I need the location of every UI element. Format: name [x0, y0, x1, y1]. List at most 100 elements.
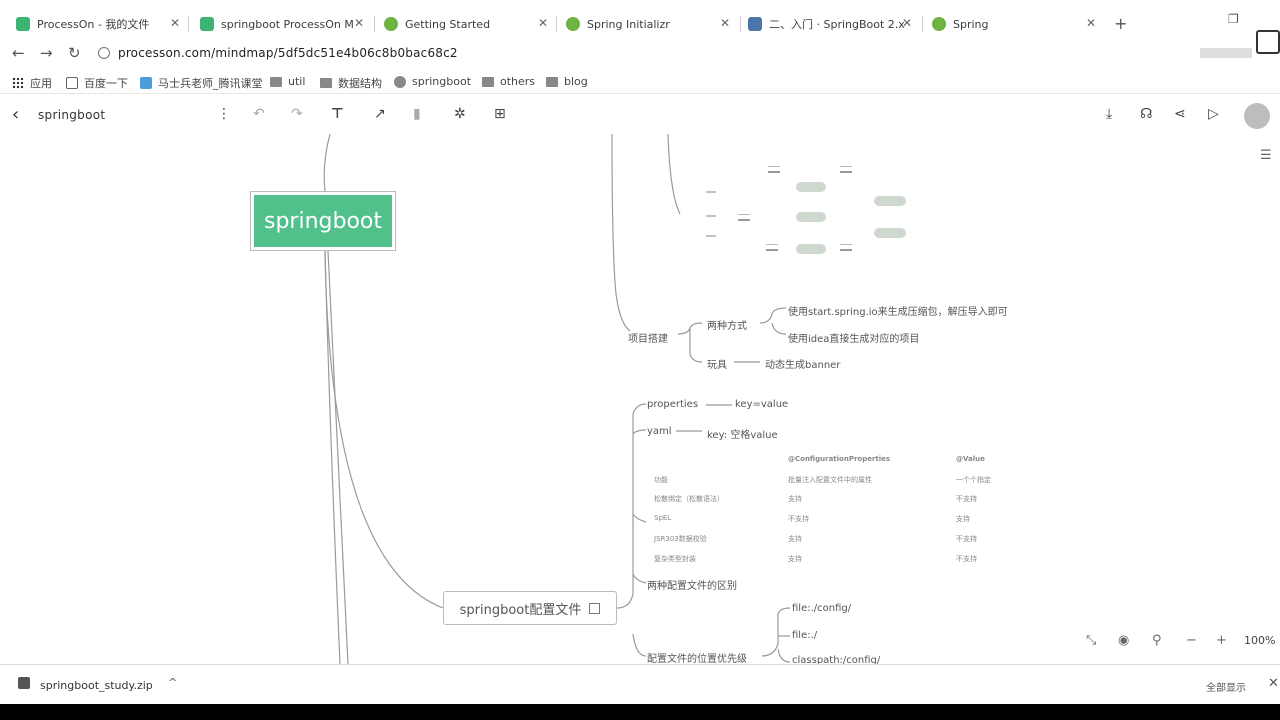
table-cell: 不支持: [956, 495, 977, 503]
share-icon[interactable]: ⋖: [1174, 106, 1186, 122]
picture-icon: [840, 244, 852, 251]
close-icon[interactable]: ✕: [902, 16, 912, 30]
tab-springboot-processon[interactable]: springboot ProcessOn M ✕: [200, 10, 368, 38]
bookmark-folder-blog[interactable]: blog: [546, 75, 588, 88]
bookmark-page-icon: [394, 75, 406, 88]
format-painter-icon[interactable]: ⊤: [331, 106, 344, 122]
bookmark-tencent-classroom[interactable]: 马士兵老师_腾讯课堂: [140, 75, 263, 91]
node-springboot-config[interactable]: springboot配置文件: [443, 591, 617, 625]
table-cell: 不支持: [956, 535, 977, 543]
close-icon[interactable]: ✕: [170, 16, 180, 30]
node-yaml[interactable]: yaml: [647, 426, 672, 437]
eye-icon[interactable]: ◉: [1118, 633, 1129, 648]
download-filename[interactable]: springboot_study.zip: [40, 679, 153, 692]
mindmap-canvas[interactable]: springboot 项目搭建 两种方式 使用start.spring.io来生…: [0, 134, 1280, 664]
node-config-location[interactable]: 配置文件的位置优先级: [647, 650, 747, 664]
bookmark-baidu[interactable]: 百度一下: [66, 75, 128, 91]
insert-icon[interactable]: ▮: [413, 106, 421, 122]
collaborate-icon[interactable]: ☊: [1140, 106, 1152, 122]
style-pen-icon[interactable]: ↗: [374, 106, 386, 122]
bookmark-springboot[interactable]: springboot: [394, 75, 471, 88]
bookmark-apps[interactable]: 应用: [12, 75, 52, 91]
bookmarks-bar: 应用 百度一下 马士兵老师_腾讯课堂 util 数据结构 springboot …: [0, 70, 1280, 94]
node-location-file-root[interactable]: file:./: [792, 630, 817, 641]
download-icon[interactable]: ⤓: [1106, 106, 1112, 122]
node-properties[interactable]: properties: [647, 399, 698, 410]
chevron-up-icon[interactable]: ^: [168, 676, 177, 689]
browser-window: ProcessOn - 我的文件 ✕ springboot ProcessOn …: [0, 0, 1280, 720]
table-cell: JSR303数据校验: [654, 535, 707, 543]
node-way-idea[interactable]: 使用idea直接生成对应的项目: [788, 330, 919, 345]
location-pin-icon[interactable]: ⚲: [1152, 633, 1162, 648]
bookmark-folder-datastructure[interactable]: 数据结构: [320, 75, 382, 91]
folder-icon: [320, 78, 332, 88]
folder-icon: [482, 76, 494, 87]
tab-spring-initializr[interactable]: Spring Initializr ✕: [566, 10, 734, 38]
document-title[interactable]: springboot: [38, 108, 105, 122]
close-icon[interactable]: ✕: [1268, 676, 1279, 691]
avatar[interactable]: [1244, 103, 1270, 129]
present-play-icon[interactable]: ▷: [1208, 106, 1219, 122]
back-icon[interactable]: ‹: [12, 104, 19, 125]
bookmark-folder-util[interactable]: util: [270, 75, 305, 88]
tab-processon-files[interactable]: ProcessOn - 我的文件 ✕: [16, 10, 184, 38]
bookmark-label: 应用: [30, 77, 52, 90]
node-project-setup[interactable]: 项目搭建: [628, 330, 668, 345]
table-header-cell: @ConfigurationProperties: [788, 455, 891, 463]
zip-file-icon: [18, 677, 30, 689]
back-arrow-icon[interactable]: ←: [12, 44, 25, 62]
spring-favicon-icon: [384, 17, 398, 31]
tab-divider: [740, 16, 741, 32]
node-config-difference[interactable]: 两种配置文件的区别: [647, 577, 737, 592]
tab-title: Spring: [953, 17, 989, 31]
node-properties-value[interactable]: key=value: [735, 399, 788, 410]
table-cell: 松散绑定（松散语法）: [654, 495, 724, 503]
bookmark-label: 百度一下: [84, 77, 128, 90]
url-field[interactable]: processon.com/mindmap/5df5dc51e4b06c8b0b…: [118, 46, 458, 60]
bookmark-folder-others[interactable]: others: [482, 75, 535, 88]
restore-window-icon[interactable]: ❐: [1228, 12, 1239, 26]
extension-icon[interactable]: [1256, 30, 1280, 54]
node-location-file-config[interactable]: file:./config/: [792, 603, 851, 614]
tab-getting-started[interactable]: Getting Started ✕: [384, 10, 552, 38]
node-location-classpath-config[interactable]: classpath:/config/: [792, 655, 880, 664]
tab-title: springboot ProcessOn M: [221, 17, 354, 31]
close-icon[interactable]: ✕: [354, 16, 364, 30]
tab-bar: ProcessOn - 我的文件 ✕ springboot ProcessOn …: [0, 0, 1280, 44]
node-two-ways[interactable]: 两种方式: [707, 317, 747, 332]
zoom-level: 100%: [1244, 634, 1276, 647]
bookmark-label: blog: [564, 75, 588, 88]
node-way-start-spring-io[interactable]: 使用start.spring.io来生成压缩包，解压导入即可: [788, 303, 1008, 318]
site-info-icon[interactable]: [98, 47, 110, 59]
magic-wand-icon[interactable]: ✲: [454, 106, 466, 122]
zoom-out-icon[interactable]: −: [1186, 633, 1197, 648]
close-icon[interactable]: ✕: [538, 16, 548, 30]
more-menu-icon[interactable]: ⋮: [217, 106, 231, 122]
document-favicon-icon: [748, 17, 762, 31]
forward-arrow-icon[interactable]: →: [40, 44, 53, 62]
node-banner[interactable]: 动态生成banner: [765, 356, 840, 371]
node-yaml-value[interactable]: key: 空格value: [707, 426, 778, 441]
table-header-cell: @Value: [956, 455, 985, 463]
show-all-button[interactable]: 全部显示: [1206, 679, 1246, 694]
new-tab-button[interactable]: +: [1114, 14, 1127, 33]
layout-icon[interactable]: ⊞: [494, 106, 506, 122]
baidu-icon: [66, 77, 78, 89]
note-icon[interactable]: [589, 602, 601, 614]
tab-spring[interactable]: Spring ✕: [932, 10, 1100, 38]
reload-icon[interactable]: ↻: [68, 44, 81, 62]
close-icon[interactable]: ✕: [720, 16, 730, 30]
tab-springboot-docs[interactable]: 二、入门 · SpringBoot 2.x ✕: [748, 10, 916, 38]
folder-icon: [546, 76, 558, 87]
node-fun[interactable]: 玩具: [707, 356, 727, 371]
zoom-in-icon[interactable]: +: [1216, 633, 1227, 648]
fit-view-icon[interactable]: ⤡: [1086, 633, 1096, 648]
table-cell: 支持: [956, 515, 970, 523]
close-icon[interactable]: ✕: [1086, 16, 1096, 30]
undo-icon[interactable]: ↶: [253, 106, 265, 122]
redo-icon[interactable]: ↷: [291, 106, 303, 122]
picture-icon: [840, 166, 852, 173]
root-node[interactable]: springboot: [254, 195, 392, 247]
table-cell: 不支持: [956, 555, 977, 563]
editor-toolbar: ‹ springboot ⋮ ↶ ↷ ⊤ ↗ ▮ ✲ ⊞ ⤓ ☊ ⋖ ▷: [0, 96, 1280, 134]
